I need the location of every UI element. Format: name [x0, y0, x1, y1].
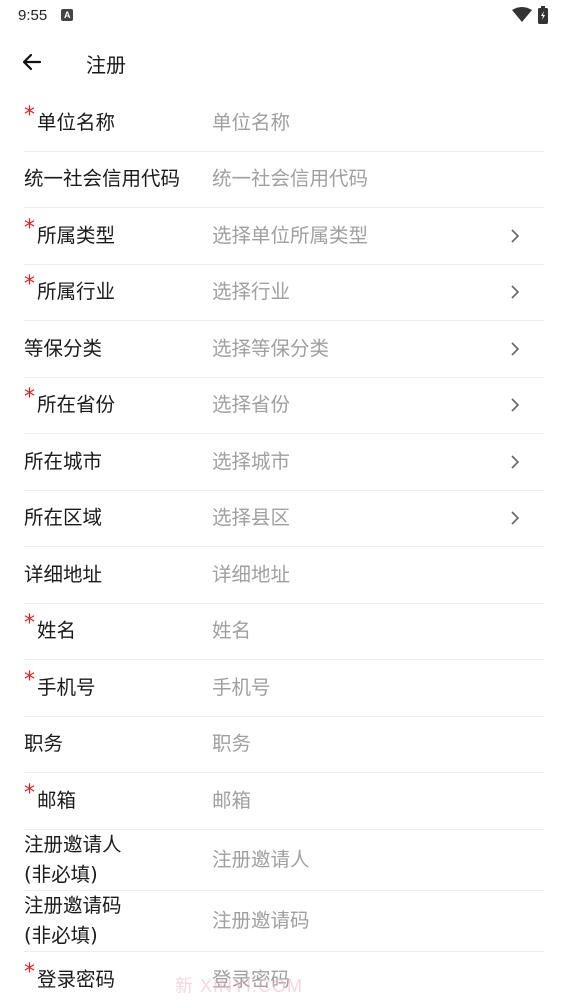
- text-input[interactable]: [212, 787, 544, 815]
- form-row: 详细地址: [24, 547, 544, 604]
- field-label: *所在省份: [24, 391, 212, 419]
- field-label-text: 所在城市: [24, 450, 102, 473]
- required-asterisk: *: [24, 387, 35, 409]
- field-label: 注册邀请人(非必填): [24, 830, 212, 890]
- field-label-text: 所在区域: [24, 506, 102, 529]
- app-notification-icon: A: [61, 9, 73, 21]
- field-label-note: (非必填): [24, 860, 212, 890]
- required-asterisk: *: [24, 105, 35, 127]
- field-label-text: 统一社会信用代码: [24, 167, 180, 190]
- field-label-text: 详细地址: [24, 563, 102, 586]
- chevron-right-icon: [508, 511, 522, 525]
- select-field[interactable]: 选择县区: [212, 504, 544, 532]
- form-row: *单位名称: [24, 95, 544, 152]
- form-row: *邮箱: [24, 773, 544, 830]
- watermark: 新 XINYI.COM: [175, 972, 303, 998]
- battery-icon: [538, 6, 548, 24]
- field-label: 等保分类: [24, 335, 212, 363]
- field-label: 所在区域: [24, 504, 212, 532]
- field-label-text: 职务: [24, 732, 63, 755]
- form-row: 注册邀请码(非必填): [24, 891, 544, 952]
- chevron-right-icon: [508, 342, 522, 356]
- status-bar: 9:55 A: [0, 0, 566, 30]
- form-row: 注册邀请人(非必填): [24, 830, 544, 891]
- form-row[interactable]: *所属行业选择行业: [24, 265, 544, 322]
- field-label-text: 所在省份: [24, 393, 115, 416]
- text-input[interactable]: [212, 730, 544, 758]
- field-label-text: 单位名称: [24, 111, 115, 134]
- field-label-text: 注册邀请人: [24, 830, 212, 860]
- field-label: *所属行业: [24, 278, 212, 306]
- required-asterisk: *: [24, 962, 35, 984]
- field-label-text: 所属类型: [24, 224, 115, 247]
- form-row: 职务: [24, 717, 544, 774]
- field-label: 详细地址: [24, 561, 212, 589]
- field-label-note: (非必填): [24, 921, 212, 951]
- select-field[interactable]: 选择等保分类: [212, 335, 544, 363]
- wifi-icon: [512, 7, 532, 23]
- required-asterisk: *: [24, 613, 35, 635]
- field-label: 职务: [24, 730, 212, 758]
- select-field[interactable]: 选择行业: [212, 278, 544, 306]
- field-label: *邮箱: [24, 787, 212, 815]
- field-label-text: 登录密码: [24, 968, 115, 991]
- required-asterisk: *: [24, 783, 35, 805]
- form-row: *手机号: [24, 660, 544, 717]
- text-input[interactable]: [212, 165, 544, 193]
- chevron-right-icon: [508, 455, 522, 469]
- field-label: *姓名: [24, 617, 212, 645]
- field-label: *所属类型: [24, 222, 212, 250]
- form-row: 统一社会信用代码: [24, 152, 544, 209]
- field-label-text: 等保分类: [24, 337, 102, 360]
- app-bar: 注册: [0, 36, 566, 88]
- select-field[interactable]: 选择城市: [212, 448, 544, 476]
- select-field[interactable]: 选择单位所属类型: [212, 222, 544, 250]
- text-input[interactable]: [212, 109, 544, 137]
- chevron-right-icon: [508, 229, 522, 243]
- chevron-right-icon: [508, 398, 522, 412]
- text-input[interactable]: [212, 674, 544, 702]
- text-input[interactable]: [212, 846, 544, 874]
- text-input[interactable]: [212, 561, 544, 589]
- registration-form: *单位名称统一社会信用代码*所属类型选择单位所属类型*所属行业选择行业等保分类选…: [24, 95, 544, 1008]
- field-label: *手机号: [24, 674, 212, 702]
- status-time: 9:55: [18, 7, 47, 24]
- field-label: 注册邀请码(非必填): [24, 891, 212, 951]
- page-title: 注册: [86, 49, 126, 78]
- required-asterisk: *: [24, 218, 35, 240]
- back-arrow-icon[interactable]: [20, 50, 44, 74]
- form-row[interactable]: 所在城市 选择城市: [24, 434, 544, 491]
- field-label-text: 注册邀请码: [24, 891, 212, 921]
- text-input[interactable]: [212, 907, 544, 935]
- text-input[interactable]: [212, 617, 544, 645]
- form-row[interactable]: *所属类型选择单位所属类型: [24, 208, 544, 265]
- chevron-right-icon: [508, 285, 522, 299]
- field-label: 统一社会信用代码: [24, 165, 212, 193]
- field-label: 所在城市: [24, 448, 212, 476]
- field-label: *单位名称: [24, 109, 212, 137]
- required-asterisk: *: [24, 274, 35, 296]
- select-field[interactable]: 选择省份: [212, 391, 544, 419]
- form-row: *姓名: [24, 604, 544, 661]
- field-label-text: 所属行业: [24, 280, 115, 303]
- form-row[interactable]: 等保分类 选择等保分类: [24, 321, 544, 378]
- form-row[interactable]: *所在省份选择省份: [24, 378, 544, 435]
- required-asterisk: *: [24, 670, 35, 692]
- form-row[interactable]: 所在区域 选择县区: [24, 491, 544, 548]
